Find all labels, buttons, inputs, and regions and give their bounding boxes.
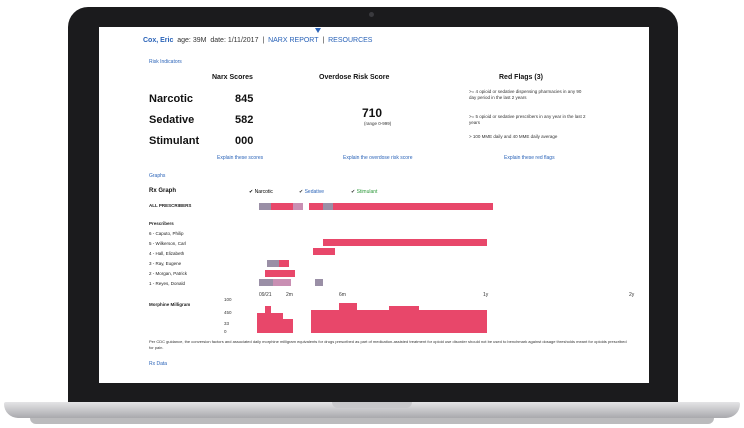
rx-bar[interactable]	[323, 203, 333, 210]
overdose-title: Overdose Risk Score	[319, 74, 390, 81]
prescriber-row: 1 - Reyes, Donald	[149, 281, 186, 286]
narcotic-score: 845	[235, 93, 254, 105]
checkbox-icon: ✔	[299, 189, 304, 195]
rx-bar[interactable]	[333, 203, 493, 210]
time-tick: 2m	[286, 292, 293, 298]
patient-header: Cox, Eric age: 39M date: 1/11/2017 | NAR…	[143, 37, 372, 44]
legend-stimulant[interactable]: ✔ Stimulant	[351, 189, 377, 195]
mme-area	[283, 319, 293, 333]
sedative-score: 582	[235, 114, 254, 126]
overdose-score: 710	[362, 106, 383, 120]
rx-bar[interactable]	[259, 203, 271, 210]
prescriber-row: 2 - Morgan, Patrick	[149, 271, 188, 276]
rx-graph-title: Rx Graph	[149, 188, 177, 194]
legend-sedative[interactable]: ✔ Sedative	[299, 189, 324, 195]
risk-indicators-link[interactable]: Risk Indicators	[149, 59, 182, 65]
narcotic-label: Narcotic	[149, 93, 194, 105]
resources-link[interactable]: RESOURCES	[328, 37, 372, 44]
rx-bar[interactable]	[279, 260, 289, 267]
footnote: Per CDC guidance, the conversion factors…	[149, 339, 627, 350]
legend-narcotic[interactable]: ✔ Narcotic	[249, 189, 273, 195]
header-separator: |	[262, 37, 265, 44]
rx-bar[interactable]	[309, 203, 323, 210]
rx-bar[interactable]	[259, 279, 273, 286]
mme-area	[389, 306, 419, 310]
rx-bar[interactable]	[273, 279, 291, 286]
laptop-shadow	[30, 418, 714, 424]
red-flag-item: > 100 MME daily and 40 MME daily average	[469, 134, 558, 139]
patient-age: age: 39M	[177, 37, 207, 44]
red-flag-item: >= 4 opioid or sedative dispensing pharm…	[469, 89, 582, 100]
prescriber-row: 4 - Hall, Elizabeth	[149, 251, 185, 256]
legend-stimulant-label: Stimulant	[356, 189, 378, 195]
overdose-range: (range 0-999)	[364, 121, 392, 126]
rx-bar[interactable]	[323, 239, 339, 246]
mme-area	[265, 306, 271, 313]
prescriber-row: 3 - Ray, Eugene	[149, 261, 182, 266]
rx-bar[interactable]	[267, 260, 279, 267]
graphs-link[interactable]: Graphs	[149, 173, 165, 179]
red-flags-title: Red Flags (3)	[499, 74, 543, 81]
mme-y-tick: 100	[224, 297, 232, 302]
report-date: date: 1/11/2017	[210, 37, 259, 44]
laptop-lid: Cox, Eric age: 39M date: 1/11/2017 | NAR…	[68, 7, 678, 403]
narx-scores-title: Narx Scores	[212, 74, 253, 81]
prescriber-row: 5 - Wilkerson, Carl	[149, 241, 187, 246]
prescriber-row: 6 - Caputo, Philip	[149, 231, 184, 236]
legend-narcotic-label: Narcotic	[254, 189, 273, 195]
time-tick: 6m	[339, 292, 346, 298]
mme-title: Morphine Milligram	[149, 302, 191, 307]
explain-overdose-link[interactable]: Explain the overdose risk score	[343, 155, 412, 161]
rx-data-link[interactable]: Rx Data	[149, 361, 167, 367]
patient-name[interactable]: Cox, Eric	[143, 37, 173, 44]
rx-bar[interactable]	[339, 239, 487, 246]
time-tick: 2y	[629, 292, 635, 298]
webcam-icon	[369, 12, 374, 17]
rx-bar[interactable]	[293, 203, 303, 210]
mme-y-tick: 33	[224, 321, 230, 326]
explain-scores-link[interactable]: Explain these scores	[217, 155, 263, 161]
report-pointer-icon	[315, 28, 321, 33]
legend-sedative-label: Sedative	[304, 189, 325, 195]
stimulant-score: 000	[235, 135, 254, 147]
header-separator: |	[322, 37, 325, 44]
sedative-label: Sedative	[149, 114, 195, 126]
prescribers-title: Prescribers	[149, 221, 174, 226]
time-tick: 1y	[483, 292, 489, 298]
rx-bar[interactable]	[271, 203, 293, 210]
mme-area	[339, 303, 357, 310]
mme-y-tick: 0	[224, 329, 227, 334]
stimulant-label: Stimulant	[149, 135, 200, 147]
red-flag-item: >= 5 opioid or sedative prescribers in a…	[469, 114, 586, 125]
time-tick: 09/21	[259, 292, 272, 298]
explain-red-flags-link[interactable]: Explain these red flags	[504, 155, 555, 161]
checkbox-icon: ✔	[351, 189, 356, 195]
mme-y-tick: 450	[224, 310, 232, 315]
rx-bar[interactable]	[265, 270, 295, 277]
checkbox-icon: ✔	[249, 189, 254, 195]
rx-bar[interactable]	[315, 279, 323, 286]
rx-bar[interactable]	[313, 248, 335, 255]
mme-area	[311, 310, 487, 333]
narx-report-link[interactable]: NARX REPORT	[268, 37, 318, 44]
all-prescribers-label: ALL PRESCRIBERS	[149, 203, 192, 208]
laptop-screen: Cox, Eric age: 39M date: 1/11/2017 | NAR…	[99, 27, 649, 383]
laptop-notch	[332, 402, 412, 408]
mme-area	[257, 313, 283, 333]
